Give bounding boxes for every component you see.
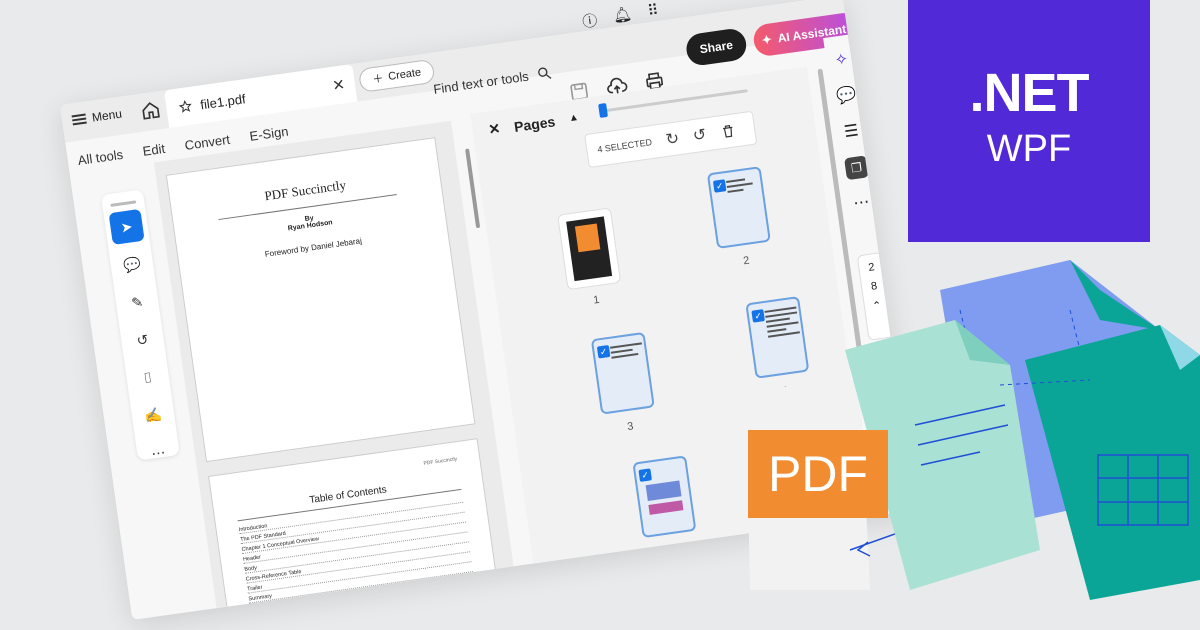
thumb-colored-block	[648, 500, 684, 515]
selection-toolbar: 4 SELECTED ↻ ↺	[584, 110, 758, 169]
zoom-out-mountain-icon[interactable]: ▲	[568, 112, 579, 124]
thumb-number: 1	[592, 293, 601, 307]
more-options-icon[interactable]: ⋯	[849, 191, 874, 216]
create-label: Create	[387, 66, 422, 83]
highlight-pen-icon[interactable]: ✎	[119, 284, 155, 320]
thumb-number: 5	[668, 543, 676, 557]
nav-convert[interactable]: Convert	[184, 132, 231, 153]
menu-button[interactable]: Menu	[71, 106, 123, 128]
rotate-counterclockwise-icon[interactable]: ↺	[692, 124, 708, 146]
bookmarks-icon[interactable]: ☰	[839, 120, 864, 145]
pages-panel-header: ✕ Pages ▲	[487, 109, 579, 138]
hamburger-icon	[71, 113, 87, 126]
pdf-label-tag: PDF	[748, 430, 888, 518]
document-page-1: PDF Succinctly By Ryan Hodson Foreword b…	[165, 137, 476, 463]
star-icon[interactable]	[178, 99, 194, 115]
rail-drag-handle[interactable]	[110, 200, 137, 207]
close-tab-icon[interactable]: ✕	[331, 75, 346, 95]
nav-esign[interactable]: E-Sign	[249, 124, 290, 144]
zoom-slider-knob[interactable]	[598, 102, 608, 118]
pages-icon[interactable]: ❐	[844, 155, 869, 181]
comments-icon[interactable]: 💬	[834, 84, 859, 109]
search-icon	[538, 67, 552, 79]
checkbox-checked-icon[interactable]: ✓	[712, 179, 727, 193]
close-panel-icon[interactable]: ✕	[487, 120, 501, 138]
draw-freehand-icon[interactable]: ↺	[124, 322, 160, 358]
document-view[interactable]: PDF Succinctly By Ryan Hodson Foreword b…	[153, 120, 516, 620]
help-icon[interactable]: ⓘ	[581, 9, 599, 32]
more-tools-icon[interactable]: ⋯	[140, 435, 176, 471]
page-thumbnail-3[interactable]: ✓	[590, 331, 655, 415]
badge-dotnet-text: .NET	[969, 63, 1089, 123]
page-thumbnail-2[interactable]: ✓	[706, 166, 771, 249]
dotnet-wpf-badge: .NET WPF	[908, 0, 1150, 242]
notification-bell-icon[interactable]: 🔔︎	[612, 4, 634, 27]
page-thumbnail-1[interactable]	[557, 207, 622, 291]
thumb-text-lines	[610, 342, 644, 361]
selected-count: 4 SELECTED	[596, 137, 653, 155]
home-icon[interactable]	[138, 98, 163, 123]
book-cover-thumb	[566, 216, 613, 282]
rotate-clockwise-icon[interactable]: ↻	[664, 128, 681, 150]
pages-panel-title: Pages	[513, 112, 557, 135]
document-page-2: PDF Succinctly Table of Contents Introdu…	[208, 438, 500, 620]
create-button[interactable]: ＋ Create	[357, 58, 436, 93]
select-tool-icon[interactable]: ➤	[108, 208, 145, 245]
page-thumbnail-5[interactable]: ✓	[632, 455, 697, 539]
apps-grid-icon[interactable]: ⠿	[646, 1, 660, 23]
plus-icon: ＋	[371, 72, 385, 87]
cover-accent	[574, 223, 601, 253]
thumb-text-lines	[726, 177, 760, 196]
add-comment-icon[interactable]: 💬	[114, 246, 150, 282]
badge-wpf-text: WPF	[986, 128, 1072, 170]
nav-edit[interactable]: Edit	[142, 141, 166, 159]
sign-icon[interactable]: ✍	[135, 397, 171, 433]
checkbox-checked-icon[interactable]: ✓	[638, 468, 652, 482]
thumbnail-zoom-slider[interactable]	[598, 89, 748, 118]
thumb-number: 3	[626, 420, 635, 434]
checkbox-checked-icon[interactable]: ✓	[596, 344, 611, 359]
thumb-colored-block	[645, 480, 682, 502]
ai-generate-icon[interactable]: ✧	[829, 48, 854, 73]
text-box-icon[interactable]: ⌷	[130, 359, 166, 395]
menu-label: Menu	[91, 106, 123, 125]
file-tab[interactable]: file1.pdf ✕	[163, 63, 358, 129]
file-tab-label: file1.pdf	[199, 90, 247, 112]
delete-icon[interactable]	[719, 122, 737, 140]
ai-sparkle-icon: ✦	[760, 32, 773, 48]
nav-all-tools[interactable]: All tools	[77, 147, 124, 168]
